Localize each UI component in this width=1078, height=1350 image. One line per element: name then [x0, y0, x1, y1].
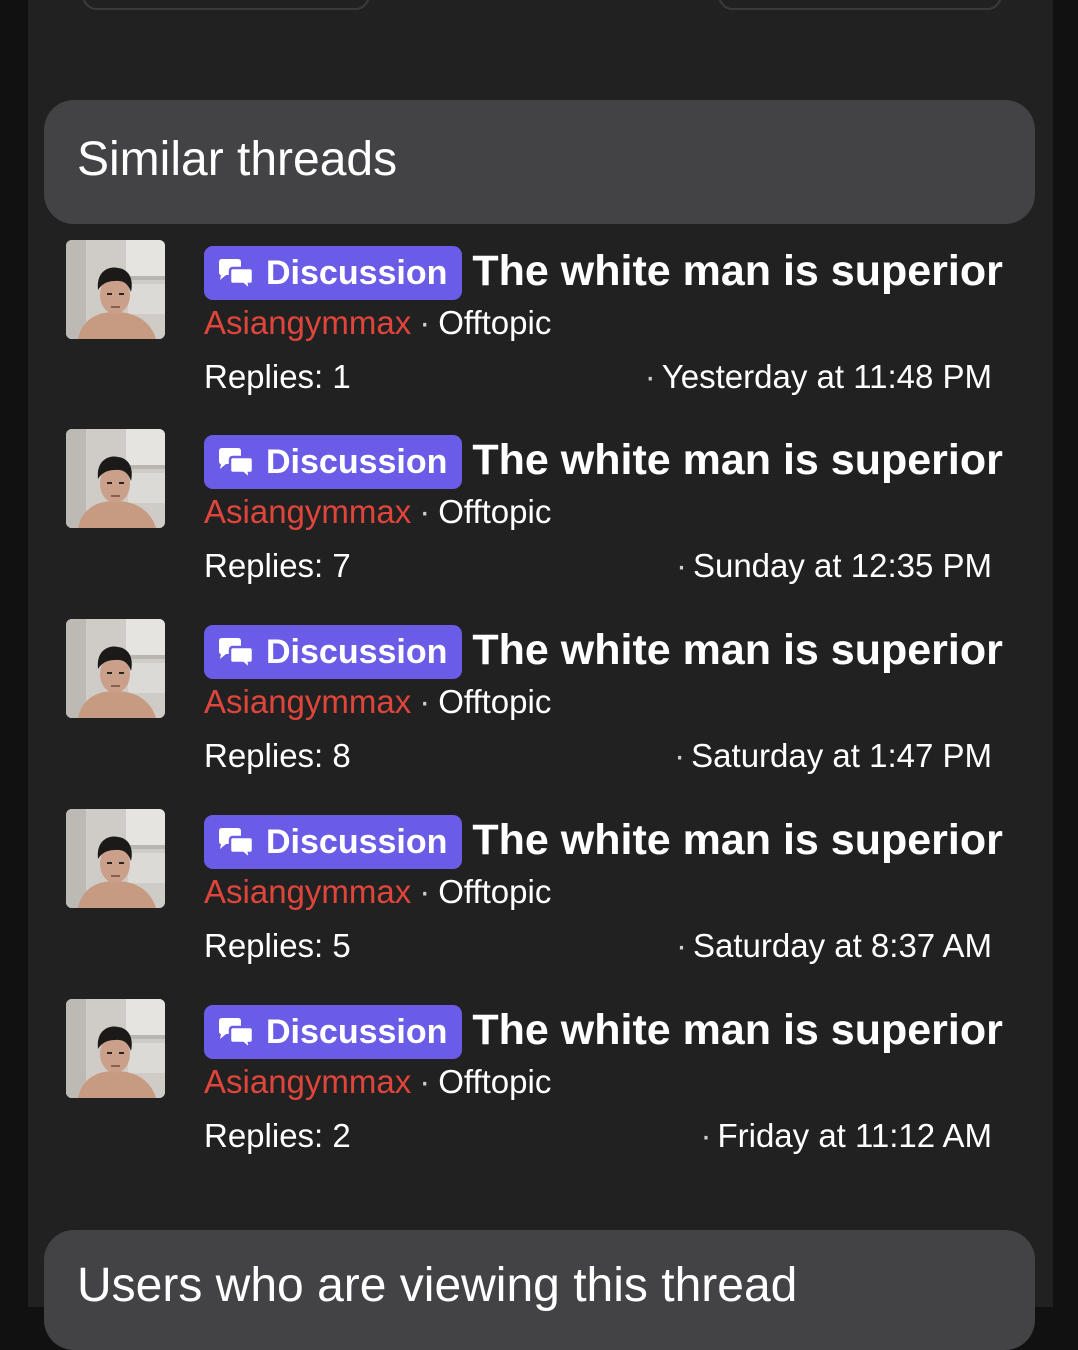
author-link[interactable]: Asiangymmax	[204, 304, 411, 341]
thread-title-link[interactable]: The white man is superior	[472, 435, 1002, 485]
avatar[interactable]	[66, 809, 165, 908]
user-photo-avatar-icon	[66, 240, 165, 339]
prefix-label: Discussion	[266, 1013, 448, 1051]
replies-count: Replies: 7	[204, 547, 351, 584]
discussion-prefix-badge[interactable]: Discussion	[204, 625, 463, 679]
forum-link[interactable]: Offtopic	[438, 304, 551, 341]
meta-separator: ·	[419, 1063, 431, 1100]
replies-count: Replies: 1	[204, 358, 351, 395]
next-button-remnant[interactable]	[718, 0, 1002, 10]
date-separator: ·	[700, 1117, 712, 1154]
author-link[interactable]: Asiangymmax	[204, 873, 411, 910]
thread-title-line: Discussion The white man is superior	[204, 625, 1003, 679]
thread-title-link[interactable]: The white man is superior	[472, 625, 1002, 675]
similar-thread-item[interactable]: Discussion The white man is superior Asia…	[66, 809, 1026, 969]
date-text: Friday at 11:12 AM	[717, 1117, 992, 1154]
date-separator: ·	[644, 358, 656, 395]
avatar[interactable]	[66, 429, 165, 528]
thread-title-line: Discussion The white man is superior	[204, 246, 1003, 300]
users-viewing-title: Users who are viewing this thread	[77, 1259, 798, 1312]
thread-meta: Asiangymmax · Offtopic	[204, 681, 551, 723]
thread-title-link[interactable]: The white man is superior	[472, 815, 1002, 865]
date-text: Sunday at 12:35 PM	[692, 547, 992, 584]
author-link[interactable]: Asiangymmax	[204, 493, 411, 530]
replies-count: Replies: 8	[204, 737, 351, 774]
discussion-prefix-badge[interactable]: Discussion	[204, 1005, 463, 1059]
replies-count: Replies: 5	[204, 927, 351, 964]
chat-bubbles-icon	[219, 448, 255, 483]
thread-title-link[interactable]: The white man is superior	[472, 246, 1002, 296]
prefix-label: Discussion	[266, 254, 448, 292]
similar-thread-item[interactable]: Discussion The white man is superior Asia…	[66, 619, 1026, 779]
thread-title-line: Discussion The white man is superior	[204, 815, 1003, 869]
date-separator: ·	[675, 547, 687, 584]
user-photo-avatar-icon	[66, 429, 165, 528]
discussion-prefix-badge[interactable]: Discussion	[204, 815, 463, 869]
user-photo-avatar-icon	[66, 809, 165, 908]
thread-title-line: Discussion The white man is superior	[204, 1005, 1003, 1059]
prefix-label: Discussion	[266, 823, 448, 861]
discussion-prefix-badge[interactable]: Discussion	[204, 246, 463, 300]
meta-separator: ·	[419, 873, 431, 910]
similar-threads-title: Similar threads	[77, 133, 398, 186]
forum-link[interactable]: Offtopic	[438, 1063, 551, 1100]
author-link[interactable]: Asiangymmax	[204, 683, 411, 720]
similar-thread-item[interactable]: Discussion The white man is superior Asia…	[66, 999, 1026, 1159]
previous-button-remnant[interactable]	[82, 0, 370, 10]
forum-link[interactable]: Offtopic	[438, 493, 551, 530]
meta-separator: ·	[419, 493, 431, 530]
discussion-prefix-badge[interactable]: Discussion	[204, 435, 463, 489]
thread-meta: Asiangymmax · Offtopic	[204, 1061, 551, 1103]
similar-threads-header: Similar threads	[44, 100, 1035, 224]
date-text: Yesterday at 11:48 PM	[661, 358, 992, 395]
last-post-date[interactable]: · Sunday at 12:35 PM	[676, 545, 992, 587]
date-separator: ·	[674, 737, 686, 774]
thread-meta: Asiangymmax · Offtopic	[204, 302, 551, 344]
prefix-label: Discussion	[266, 443, 448, 481]
last-post-date[interactable]: · Saturday at 1:47 PM	[674, 735, 992, 777]
avatar[interactable]	[66, 999, 165, 1098]
user-photo-avatar-icon	[66, 619, 165, 718]
thread-title-line: Discussion The white man is superior	[204, 435, 1003, 489]
date-text: Saturday at 1:47 PM	[691, 737, 992, 774]
forum-link[interactable]: Offtopic	[438, 683, 551, 720]
meta-separator: ·	[419, 304, 431, 341]
chat-bubbles-icon	[219, 259, 255, 294]
last-post-date[interactable]: · Friday at 11:12 AM	[700, 1115, 992, 1157]
last-post-date[interactable]: · Yesterday at 11:48 PM	[645, 356, 992, 398]
users-viewing-header: Users who are viewing this thread	[44, 1230, 1035, 1350]
similar-thread-item[interactable]: Discussion The white man is superior Asia…	[66, 240, 1026, 400]
prefix-label: Discussion	[266, 633, 448, 671]
similar-thread-item[interactable]: Discussion The white man is superior Asia…	[66, 429, 1026, 589]
replies-count: Replies: 2	[204, 1117, 351, 1154]
thread-meta: Asiangymmax · Offtopic	[204, 871, 551, 913]
thread-meta: Asiangymmax · Offtopic	[204, 491, 551, 533]
meta-separator: ·	[419, 683, 431, 720]
last-post-date[interactable]: · Saturday at 8:37 AM	[676, 925, 992, 967]
date-text: Saturday at 8:37 AM	[692, 927, 992, 964]
avatar[interactable]	[66, 240, 165, 339]
forum-link[interactable]: Offtopic	[438, 873, 551, 910]
chat-bubbles-icon	[219, 638, 255, 673]
author-link[interactable]: Asiangymmax	[204, 1063, 411, 1100]
chat-bubbles-icon	[219, 1018, 255, 1053]
avatar[interactable]	[66, 619, 165, 718]
user-photo-avatar-icon	[66, 999, 165, 1098]
chat-bubbles-icon	[219, 828, 255, 863]
date-separator: ·	[675, 927, 687, 964]
thread-title-link[interactable]: The white man is superior	[472, 1005, 1002, 1055]
page: Similar threads Discussion The white man …	[28, 0, 1053, 1350]
